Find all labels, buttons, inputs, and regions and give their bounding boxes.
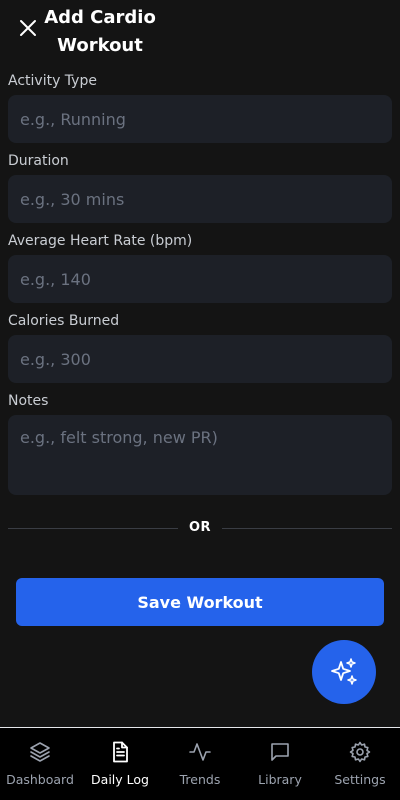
page-title-line1: Add Cardio	[44, 7, 156, 28]
heart-rate-input[interactable]	[8, 255, 392, 303]
nav-item-daily-log[interactable]: Daily Log	[80, 728, 160, 800]
divider-line-left	[8, 528, 178, 529]
nav-item-library[interactable]: Library	[240, 728, 320, 800]
activity-icon	[189, 743, 211, 761]
notes-label: Notes	[8, 393, 49, 409]
calories-input[interactable]	[8, 335, 392, 383]
save-workout-button[interactable]: Save Workout	[16, 578, 384, 626]
sparkles-icon	[331, 658, 357, 685]
chat-square-icon	[271, 743, 289, 761]
nav-item-trends[interactable]: Trends	[160, 728, 240, 800]
heart-rate-label: Average Heart Rate (bpm)	[8, 233, 193, 249]
divider-line-right	[222, 528, 392, 529]
gear-icon	[349, 741, 371, 763]
document-icon	[113, 741, 128, 763]
nav-label-dashboard: Dashboard	[6, 772, 74, 787]
divider-or-text: OR	[188, 520, 212, 535]
page-title: Add Cardio Workout	[40, 4, 160, 60]
nav-label-trends: Trends	[179, 772, 221, 787]
duration-label: Duration	[8, 153, 69, 169]
bottom-nav: Dashboard Daily Log Trends Library Setti…	[0, 727, 400, 800]
nav-item-dashboard[interactable]: Dashboard	[0, 728, 80, 800]
ai-assist-fab[interactable]	[312, 640, 376, 704]
close-button[interactable]	[14, 14, 42, 42]
nav-label-settings: Settings	[334, 772, 386, 787]
close-icon	[20, 20, 36, 36]
nav-label-library: Library	[258, 772, 302, 787]
duration-input[interactable]	[8, 175, 392, 223]
nav-item-settings[interactable]: Settings	[320, 728, 400, 800]
activity-type-input[interactable]	[8, 95, 392, 143]
layers-icon	[30, 742, 50, 762]
notes-textarea[interactable]	[8, 415, 392, 495]
activity-type-label: Activity Type	[8, 73, 97, 89]
header: Add Cardio Workout	[0, 0, 400, 68]
nav-label-daily-log: Daily Log	[91, 772, 149, 787]
calories-label: Calories Burned	[8, 313, 120, 329]
add-cardio-workout-screen: Add Cardio Workout Activity Type Duratio…	[0, 0, 400, 800]
page-title-line2: Workout	[57, 35, 143, 56]
